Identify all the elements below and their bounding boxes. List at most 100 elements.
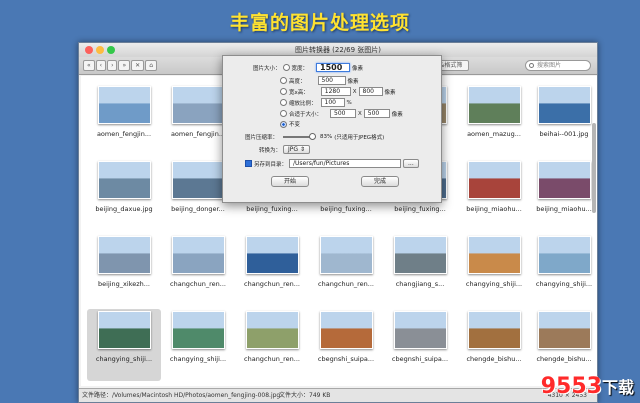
thumbnail-item[interactable]: changying_shiji...: [87, 309, 161, 381]
search-placeholder: 搜索图片: [537, 62, 562, 69]
thumbnail-image[interactable]: [171, 236, 225, 274]
thumbnail-image[interactable]: [97, 236, 151, 274]
thumbnail-item[interactable]: chengde_bishu...: [457, 309, 531, 381]
browse-button[interactable]: ...: [403, 159, 419, 168]
fit-width-field[interactable]: 500: [330, 109, 357, 118]
height-label: 高度：: [289, 78, 306, 85]
saveto-path-field[interactable]: /Users/fun/Pictures: [289, 159, 402, 168]
compress-note: (只适用于JPEG格式): [334, 135, 385, 141]
thumbnail-image[interactable]: [171, 161, 225, 199]
thumbnail-image[interactable]: [467, 161, 521, 199]
fit-row: 合适于大小： 500 X 500 像素: [280, 109, 403, 118]
format-select[interactable]: JPG ⇕: [283, 145, 311, 154]
fit-label: 合适于大小：: [289, 111, 323, 118]
width-field[interactable]: 1500: [316, 63, 351, 72]
saveto-label: 另存到目录：: [254, 161, 288, 168]
thumbnail-image[interactable]: [393, 311, 447, 349]
first-page-button[interactable]: «: [83, 60, 95, 71]
thumbnail-caption: changchun_ren...: [318, 280, 374, 288]
thumbnail-item[interactable]: beijing_daxue.jpg: [87, 159, 161, 231]
thumbnail-image[interactable]: [171, 86, 225, 124]
start-button[interactable]: 开始: [271, 176, 309, 187]
thumbnail-item[interactable]: beihai--001.jpg: [527, 84, 597, 156]
scale-radio[interactable]: [280, 99, 287, 106]
compress-slider-knob[interactable]: [309, 133, 317, 140]
width-radio[interactable]: [282, 64, 290, 71]
thumbnail-item[interactable]: beijing_xikezh...: [87, 234, 161, 306]
thumbnail-caption: changying_shiji...: [95, 355, 153, 363]
thumbnail-item[interactable]: changchun_ren...: [309, 234, 383, 306]
thumbnail-caption: changying_shiji...: [169, 355, 227, 363]
prev-page-button[interactable]: ‹: [95, 60, 107, 71]
height-radio[interactable]: [280, 77, 287, 84]
thumbnail-image[interactable]: [245, 236, 299, 274]
fit-radio[interactable]: [280, 110, 287, 117]
thumbnail-caption: beijing_donger...: [171, 205, 225, 213]
thumbnail-image[interactable]: [171, 311, 225, 349]
keep-size-radio[interactable]: [280, 120, 287, 128]
thumbnail-image[interactable]: [537, 161, 591, 199]
thumbnail-item[interactable]: changchun_ren...: [235, 309, 309, 381]
height-field[interactable]: 500: [317, 76, 346, 85]
thumbnail-image[interactable]: [467, 236, 521, 274]
minimize-window-button[interactable]: [96, 46, 104, 54]
thumbnail-caption: chengde_bishu...: [466, 355, 522, 363]
thumbnail-item[interactable]: cbegnshi_suipa...: [383, 309, 457, 381]
thumbnail-item[interactable]: changchun_ren...: [161, 234, 235, 306]
thumbnail-image[interactable]: [537, 311, 591, 349]
thumbnail-item[interactable]: changchun_ren...: [235, 234, 309, 306]
thumbnail-image[interactable]: [467, 311, 521, 349]
remove-button[interactable]: ✕: [131, 60, 145, 71]
thumbnail-image[interactable]: [393, 236, 447, 274]
thumbnail-item[interactable]: changying_shiji...: [161, 309, 235, 381]
thumbnail-item[interactable]: aomen_mazug...: [457, 84, 531, 156]
site-watermark: 9553下载: [541, 374, 634, 399]
thumbnail-item[interactable]: cbegnshi_suipa...: [309, 309, 383, 381]
wh-label: 宽x高：: [289, 89, 309, 96]
thumbnail-item[interactable]: changying_shiji...: [527, 234, 597, 306]
zoom-window-button[interactable]: [107, 46, 115, 54]
px-label: 像素: [352, 65, 364, 72]
thumbnail-image[interactable]: [319, 311, 373, 349]
next-page-button[interactable]: ›: [107, 60, 118, 71]
compress-slider[interactable]: [283, 133, 317, 140]
x-label: X: [352, 88, 357, 95]
search-input[interactable]: 搜索图片: [525, 60, 591, 71]
thumbnail-caption: aomen_fengjin...: [96, 130, 152, 138]
thumbnail-item[interactable]: beijing_miaohu...: [527, 159, 597, 231]
thumbnail-image[interactable]: [467, 86, 521, 124]
thumbnail-image[interactable]: [319, 236, 373, 274]
wh-radio[interactable]: [280, 88, 287, 95]
close-window-button[interactable]: [85, 46, 93, 54]
keep-size-label: 不变: [289, 122, 301, 128]
thumbnail-caption: beijing_xikezh...: [98, 280, 150, 288]
x-label: X: [358, 110, 362, 117]
nav-button-group: « ‹ › » ✕ ⌂: [83, 60, 157, 71]
thumbnail-image[interactable]: [537, 236, 591, 274]
fit-height-field[interactable]: 500: [363, 109, 390, 118]
saveto-checkbox[interactable]: [245, 160, 252, 167]
scale-label: 缩放比例：: [289, 100, 317, 107]
vertical-scrollbar[interactable]: [592, 123, 596, 213]
thumbnail-item[interactable]: chengde_bishu...: [527, 309, 597, 381]
last-page-button[interactable]: »: [118, 60, 131, 71]
thumbnail-image[interactable]: [245, 311, 299, 349]
thumbnail-image[interactable]: [97, 86, 151, 124]
thumbnail-image[interactable]: [97, 161, 151, 199]
promo-banner-title: 丰富的图片处理选项: [229, 12, 410, 34]
compress-value: 83%: [320, 134, 333, 140]
thumbnail-image[interactable]: [97, 311, 151, 349]
scale-field[interactable]: 100: [320, 98, 345, 107]
image-options-dialog: 图片大小： 宽度： 1500 像素 高度： 500 像素 宽x高： 1280 X…: [222, 55, 442, 203]
thumbnail-item[interactable]: aomen_fengjin...: [87, 84, 161, 156]
px-label: 像素: [384, 89, 396, 96]
home-button[interactable]: ⌂: [145, 60, 157, 71]
compress-label: 图片压缩率：: [245, 135, 279, 141]
thumbnail-image[interactable]: [537, 86, 591, 124]
wh-width-field[interactable]: 1280: [320, 87, 351, 96]
thumbnail-item[interactable]: changjiang_s...: [383, 234, 457, 306]
thumbnail-item[interactable]: changying_shiji...: [457, 234, 531, 306]
done-button[interactable]: 完成: [361, 176, 399, 187]
wh-height-field[interactable]: 800: [358, 87, 383, 96]
thumbnail-item[interactable]: beijing_miaohu...: [457, 159, 531, 231]
